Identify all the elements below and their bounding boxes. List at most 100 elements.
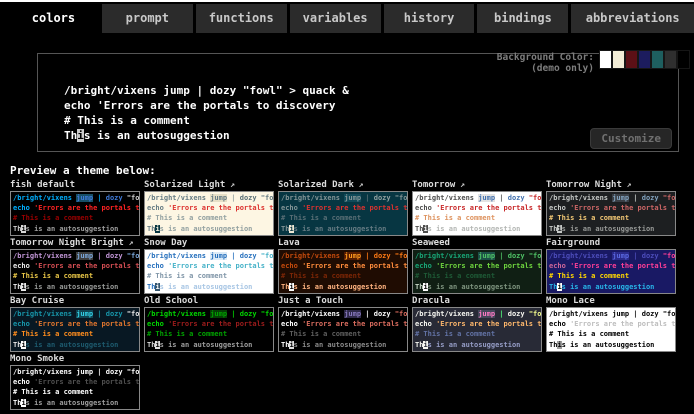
bg-color-swatch-0[interactable] <box>599 50 612 69</box>
tab-bindings[interactable]: bindings <box>477 4 568 33</box>
token-autosugg: s is an autosuggestion <box>428 225 521 233</box>
theme-preview: Mono Smoke/bright/vixens jump | dozy "fo… <box>10 354 140 410</box>
theme-terminal-sample[interactable]: /bright/vixens jump | dozy "fowl" > quac… <box>10 307 140 352</box>
token-dquote: "fowl" <box>395 252 408 260</box>
token-redirect: > <box>289 84 302 97</box>
token-dquote: "fowl" <box>529 252 542 260</box>
token-echo: echo <box>13 378 34 386</box>
token-quote: 'Errors are the portals to discovery <box>34 378 140 386</box>
theme-preview: Seaweed/bright/vixens jump | dozy "fowl"… <box>412 238 542 294</box>
theme-title-0[interactable]: fish default <box>10 180 140 190</box>
external-link-icon[interactable]: ↗ <box>455 180 465 189</box>
tab-colors[interactable]: colors <box>8 4 99 33</box>
external-link-icon[interactable]: ↗ <box>225 180 235 189</box>
theme-terminal-sample[interactable]: /bright/vixens jump | dozy "fowl" > quac… <box>412 191 542 236</box>
bg-color-swatch-5[interactable] <box>664 50 677 69</box>
theme-terminal-sample[interactable]: /bright/vixens jump | dozy "fowl" > quac… <box>144 249 274 294</box>
theme-title-14[interactable]: Mono Lace <box>546 296 676 306</box>
token-jump: jump <box>478 252 495 260</box>
tab-abbreviations[interactable]: abbreviations <box>571 4 694 33</box>
token-dozy: dozy <box>374 252 395 260</box>
theme-terminal-sample[interactable]: /bright/vixens jump | dozy "fowl" > quac… <box>144 191 274 236</box>
token-autosugg: s is an autosuggestion <box>428 341 521 349</box>
external-link-icon[interactable]: ↗ <box>124 238 134 247</box>
theme-terminal-sample[interactable]: /bright/vixens jump | dozy "fowl" > quac… <box>546 307 676 352</box>
token-autosugg: s is an autosuggestion <box>160 341 253 349</box>
token-echo: echo <box>64 99 97 112</box>
theme-preview: Lava/bright/vixens jump | dozy "fowl" > … <box>278 238 408 294</box>
theme-terminal-sample[interactable]: /bright/vixens jump | dozy "fowl" > quac… <box>278 191 408 236</box>
token-dquote: "fowl" <box>243 84 289 97</box>
theme-title-6[interactable]: Snow Day <box>144 238 274 248</box>
token-path: /bright/vixens <box>415 252 478 260</box>
token-path: /bright/vixens <box>549 194 612 202</box>
theme-title-11[interactable]: Old School <box>144 296 274 306</box>
theme-preview: Snow Day/bright/vixens jump | dozy "fowl… <box>144 238 274 294</box>
theme-terminal-sample[interactable]: /bright/vixens jump | dozy "fowl" > quac… <box>278 249 408 294</box>
token-echo: echo <box>549 320 570 328</box>
token-dquote: "fowl" <box>127 368 140 376</box>
external-link-icon[interactable]: ↗ <box>622 180 632 189</box>
cursor-block: i <box>77 129 84 142</box>
customize-button[interactable]: Customize <box>590 128 672 149</box>
token-quote: 'Errors are the portals to discovery <box>302 320 408 328</box>
theme-preview: Tomorrow ↗/bright/vixens jump | dozy "fo… <box>412 180 542 236</box>
token-jump: jump <box>344 194 361 202</box>
token-dquote: "fowl" <box>663 252 676 260</box>
token-echo: echo <box>147 204 168 212</box>
external-link-icon[interactable]: ↗ <box>354 180 364 189</box>
token-path: /bright/vixens <box>415 194 478 202</box>
token-path: /bright/vixens <box>13 310 76 318</box>
theme-terminal-sample[interactable]: /bright/vixens jump | dozy "fowl" > quac… <box>412 307 542 352</box>
tab-functions[interactable]: functions <box>196 4 287 33</box>
bg-color-swatch-4[interactable] <box>651 50 664 69</box>
theme-terminal-sample[interactable]: /bright/vixens jump | dozy "fowl" > quac… <box>546 191 676 236</box>
tab-history[interactable]: history <box>384 4 475 33</box>
theme-terminal-sample[interactable]: /bright/vixens jump | dozy "fowl" > quac… <box>546 249 676 294</box>
token-dozy: dozy <box>240 252 261 260</box>
token-dquote: "fowl" <box>529 194 542 202</box>
bg-color-swatch-6[interactable] <box>677 50 690 69</box>
token-autosugg: s is an autosuggestion <box>26 341 119 349</box>
token-comment: # This is a comment <box>147 214 227 222</box>
theme-terminal-sample[interactable]: /bright/vixens jump | dozy "fowl" > quac… <box>10 249 140 294</box>
theme-preview: Just a Touch/bright/vixens jump | dozy "… <box>278 296 408 352</box>
token-echo: echo <box>415 320 436 328</box>
theme-terminal-sample[interactable]: /bright/vixens jump | dozy "fowl" > quac… <box>144 307 274 352</box>
theme-title-13[interactable]: Dracula <box>412 296 542 306</box>
theme-title-5[interactable]: Tomorrow Night Bright ↗ <box>10 238 140 248</box>
theme-title-15[interactable]: Mono Smoke <box>10 354 140 364</box>
bg-color-swatch-1[interactable] <box>612 50 625 69</box>
token-comment: # This is a comment <box>281 272 361 280</box>
token-path: /bright/vixens <box>281 310 344 318</box>
tab-variables[interactable]: variables <box>290 4 381 33</box>
theme-terminal-sample[interactable]: /bright/vixens jump | dozy "fowl" > quac… <box>10 191 140 236</box>
theme-terminal-sample[interactable]: /bright/vixens jump | dozy "fowl" > quac… <box>412 249 542 294</box>
theme-title-4[interactable]: Tomorrow Night ↗ <box>546 180 676 190</box>
bg-color-swatch-3[interactable] <box>638 50 651 69</box>
theme-title-1[interactable]: Solarized Light ↗ <box>144 180 274 190</box>
theme-terminal-sample[interactable]: /bright/vixens jump | dozy "fowl" > quac… <box>278 307 408 352</box>
token-jump: jump <box>163 84 190 97</box>
token-jump: jump <box>210 194 227 202</box>
token-quote: 'Errors are the portals to discovery <box>570 204 676 212</box>
bg-color-swatch-2[interactable] <box>625 50 638 69</box>
theme-title-7[interactable]: Lava <box>278 238 408 248</box>
theme-title-2[interactable]: Solarized Dark ↗ <box>278 180 408 190</box>
theme-preview: Solarized Light ↗/bright/vixens jump | d… <box>144 180 274 236</box>
theme-title-3[interactable]: Tomorrow ↗ <box>412 180 542 190</box>
token-autosugg: s is an autosuggestion <box>294 225 387 233</box>
token-path: /bright/vixens <box>13 252 76 260</box>
theme-preview: Mono Lace/bright/vixens jump | dozy "fow… <box>546 296 676 352</box>
theme-terminal-sample[interactable]: /bright/vixens jump | dozy "fowl" > quac… <box>10 365 140 410</box>
theme-title-8[interactable]: Seaweed <box>412 238 542 248</box>
theme-title-10[interactable]: Bay Cruise <box>10 296 140 306</box>
token-dquote: "fowl" <box>395 310 408 318</box>
token-jump: jump <box>344 252 361 260</box>
background-color-label-line2: (demo only) <box>497 63 594 74</box>
token-dozy: dozy <box>642 252 663 260</box>
token-jump: jump <box>612 310 629 318</box>
theme-title-9[interactable]: Fairground <box>546 238 676 248</box>
theme-title-12[interactable]: Just a Touch <box>278 296 408 306</box>
tab-prompt[interactable]: prompt <box>102 4 193 33</box>
